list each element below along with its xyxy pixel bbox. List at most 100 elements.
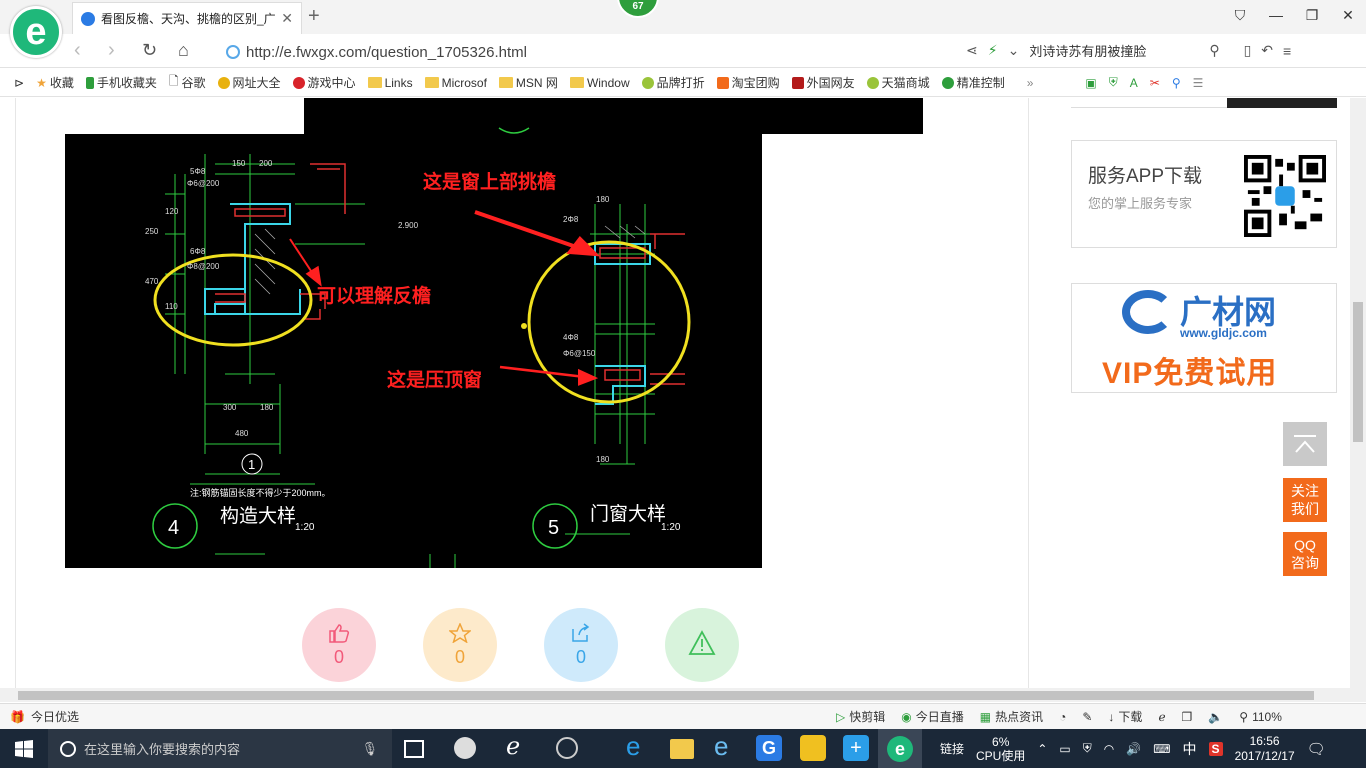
restore-button[interactable]: ❐ — [1294, 0, 1330, 30]
task-view-icon[interactable] — [404, 740, 424, 758]
browser-tab[interactable]: 看图反檐、天沟、挑檐的区别_广 ✕ — [72, 2, 302, 34]
report-button[interactable] — [665, 608, 739, 682]
edge-browser-icon[interactable]: ℯ — [506, 732, 532, 760]
search-input[interactable]: 刘诗诗苏有朋被撞脸 — [1029, 41, 1199, 60]
bookmark-item[interactable]: Window — [569, 76, 630, 90]
share-button[interactable]: 0 — [544, 608, 618, 682]
phone-icon[interactable]: ▯ — [1244, 42, 1252, 59]
bookmark-item[interactable]: 🗋 谷歌 — [169, 72, 206, 93]
active-browser-tab[interactable]: e — [878, 729, 922, 768]
refresh-button[interactable]: ↻ — [142, 40, 157, 61]
bookmark-item[interactable]: 天猫商城 — [866, 74, 930, 91]
tray-link-label[interactable]: 链接 — [940, 740, 964, 757]
reader-icon[interactable]: ▣ — [1085, 76, 1096, 90]
glodon-icon[interactable]: G — [756, 735, 782, 761]
taskbar-search-input[interactable]: 在这里输入你要搜索的内容 🎙 — [48, 729, 392, 768]
edge-icon[interactable]: e — [626, 731, 652, 761]
notification-badge[interactable]: 67 — [617, 0, 659, 18]
bookmark-favorites[interactable]: ★ 收藏 — [36, 74, 74, 91]
detail-title: 门窗大样 — [590, 503, 666, 525]
bookmark-item[interactable]: MSN 网 — [498, 74, 558, 91]
gldjc-ad-banner[interactable]: 广材网 www.gldjc.com VIP免费试用 — [1071, 283, 1337, 393]
detail-number: 5 — [548, 517, 559, 539]
zoom-level[interactable]: ⚲ 110% — [1239, 710, 1282, 724]
search-tool-icon[interactable]: ⚲ — [1172, 76, 1181, 90]
quick-edit-button[interactable]: ▷ 快剪辑 — [836, 708, 885, 725]
url-field[interactable]: http://e.fwxgx.com/question_1705326.html — [226, 41, 946, 63]
taobao-icon — [716, 76, 729, 89]
app-plus-icon[interactable]: + — [843, 735, 869, 761]
hot-news-button[interactable]: ▦ 热点资讯 — [980, 708, 1043, 725]
tools-icon[interactable]: ✎ — [1082, 710, 1092, 724]
forward-button[interactable]: › — [108, 39, 115, 62]
browser-logo-icon[interactable]: e — [10, 6, 62, 58]
dim-label: Φ6@150 — [563, 349, 596, 358]
sound-icon[interactable]: 🔈 — [1208, 710, 1223, 724]
app-g-icon[interactable] — [556, 737, 578, 759]
follow-us-button[interactable]: 关注我们 — [1283, 478, 1327, 522]
scissors-icon[interactable]: ✂ — [1150, 76, 1160, 90]
favorite-button[interactable]: 0 — [423, 608, 497, 682]
horizontal-scrollbar[interactable] — [0, 688, 1366, 702]
security-icon[interactable]: ⛨ — [1083, 741, 1092, 756]
back-to-top-button[interactable] — [1283, 422, 1327, 466]
bookmark-item[interactable]: 品牌打折 — [641, 74, 705, 91]
scroll-thumb[interactable] — [1353, 302, 1363, 442]
chevron-down-icon[interactable]: ⌄ — [1008, 42, 1020, 59]
cpu-meter[interactable]: 6% CPU使用 — [976, 735, 1025, 763]
home-button[interactable]: ⌂ — [178, 40, 189, 61]
keyboard-icon[interactable]: ⌨ — [1153, 742, 1170, 756]
ime-indicator[interactable]: 中 — [1183, 739, 1197, 759]
scroll-thumb[interactable] — [18, 691, 1314, 700]
minimize-button[interactable]: — — [1258, 0, 1294, 30]
sidebar-toggle-icon[interactable]: ⊳ — [14, 76, 24, 90]
notification-center-icon[interactable]: 🗨 — [1307, 740, 1326, 758]
app-download-card[interactable]: 服务APP下载 您的掌上服务专家 — [1071, 140, 1337, 248]
menu-icon[interactable]: ≡ — [1283, 43, 1291, 59]
bookmark-item[interactable]: 外国网友 — [791, 74, 855, 91]
ie-icon[interactable]: e — [714, 731, 740, 761]
video-icon: ▷ — [836, 709, 846, 724]
back-button[interactable]: ‹ — [74, 39, 81, 62]
shield-icon[interactable]: ⛨ — [1109, 75, 1118, 90]
bookmark-item[interactable]: Microsof — [424, 76, 487, 90]
bookmark-item[interactable]: 网址大全 — [217, 74, 281, 91]
sogou-icon[interactable]: S — [1208, 741, 1223, 756]
bookmark-item[interactable]: 手机收藏夹 — [85, 74, 157, 91]
translate-icon[interactable]: A — [1130, 76, 1138, 90]
ie-mode-icon[interactable]: ℯ — [1158, 710, 1165, 724]
speed-icon[interactable]: ◔ — [1059, 710, 1066, 724]
vertical-scrollbar[interactable] — [1350, 98, 1366, 688]
download-button[interactable]: ↓ 下载 — [1108, 708, 1142, 725]
new-tab-button[interactable]: + — [308, 5, 320, 28]
status-left[interactable]: 🎁 今日优选 — [10, 708, 79, 725]
more-bookmarks-icon[interactable]: » — [1027, 76, 1034, 90]
search-icon[interactable]: ⚲ — [1209, 42, 1219, 59]
bookmark-item[interactable]: Links — [367, 76, 413, 90]
list-icon[interactable]: ☰ — [1193, 76, 1204, 90]
title-bar: e 看图反檐、天沟、挑檐的区别_广 ✕ + 67 ⛉ — ❐ ✕ — [0, 0, 1366, 58]
chevron-up-icon[interactable]: ⌃ — [1037, 742, 1047, 756]
start-button[interactable] — [0, 729, 48, 768]
wifi-icon[interactable]: ◠ — [1104, 742, 1114, 756]
bookmark-item[interactable]: 精准控制 — [941, 74, 1005, 91]
lightning-icon[interactable]: ⚡ — [988, 42, 998, 59]
clock[interactable]: 16:56 2017/12/17 — [1235, 734, 1295, 764]
app-pinwheel-icon[interactable] — [454, 737, 476, 759]
undo-icon[interactable]: ↶ — [1261, 42, 1273, 59]
share-icon[interactable]: ⋖ — [966, 42, 978, 59]
live-button[interactable]: ◉ 今日直播 — [901, 708, 964, 725]
bookmark-item[interactable]: 淘宝团购 — [716, 74, 780, 91]
notepad-icon[interactable] — [800, 735, 826, 761]
bookmark-item[interactable]: 游戏中心 — [292, 74, 356, 91]
window-icon[interactable]: ❐ — [1182, 710, 1193, 724]
qq-consult-button[interactable]: QQ咨询 — [1283, 532, 1327, 576]
shirt-icon[interactable]: ⛉ — [1222, 0, 1258, 30]
like-button[interactable]: 0 — [302, 608, 376, 682]
volume-icon[interactable]: 🔊 — [1126, 742, 1141, 756]
tab-close-icon[interactable]: ✕ — [281, 10, 293, 27]
close-window-button[interactable]: ✕ — [1330, 0, 1366, 30]
microphone-icon[interactable]: 🎙 — [361, 741, 378, 757]
battery-icon[interactable]: ▭ — [1059, 742, 1070, 756]
file-explorer-icon[interactable] — [670, 739, 694, 759]
